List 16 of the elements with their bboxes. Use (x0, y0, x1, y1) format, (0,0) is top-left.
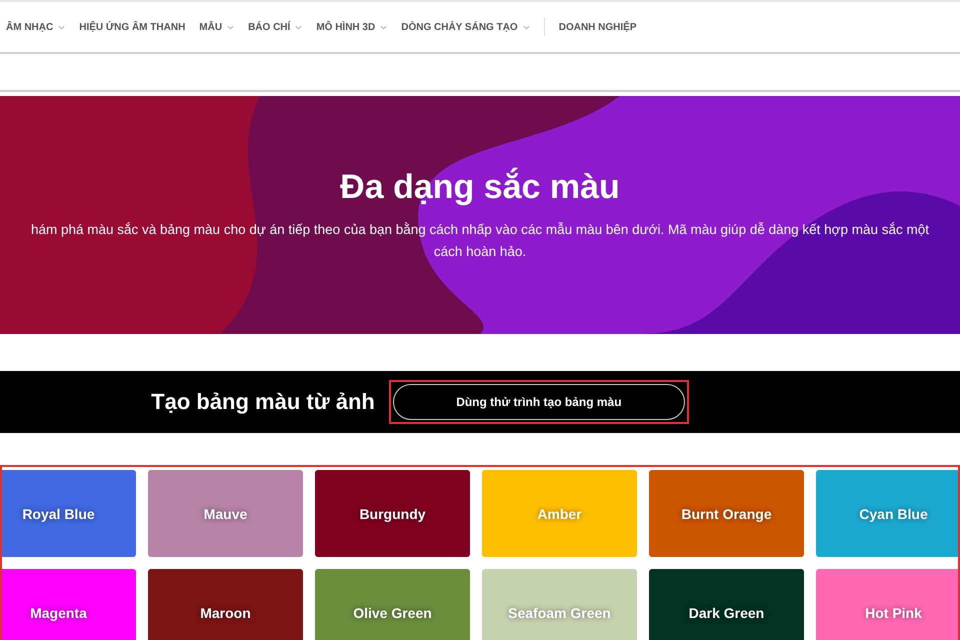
hero-description: hám phá màu sắc và bảng màu cho dự án tiếp theo của bạn bằng cách nhấp vào các mẫu màu bên dưới. Mã màu giúp dễ dàng kết hợp màu sắc một cách hoàn hảo. (30, 221, 930, 261)
banner-title: Tạo bảng màu từ ảnh (151, 389, 375, 415)
nav-link[interactable]: DÒNG CHẢY SÁNG TẠO (401, 22, 530, 32)
nav-link[interactable]: BÁO CHÍ (248, 22, 302, 32)
nav-link[interactable]: MẪU (199, 22, 234, 32)
color-swatch[interactable]: Burgundy (315, 470, 470, 557)
palette-generator-button[interactable]: Dùng thử trình tạo bảng màu (392, 384, 685, 420)
color-swatch[interactable]: Maroon (148, 569, 303, 640)
color-swatch[interactable]: Olive Green (315, 569, 470, 640)
color-swatch[interactable]: Royal Blue (2, 470, 136, 557)
nav-link[interactable]: HIỆU ỨNG ÂM THANH (79, 22, 186, 32)
nav-link[interactable]: DOANH NGHIỆP (558, 22, 637, 32)
nav-link[interactable]: ÂM NHẠC (6, 22, 66, 32)
nav-link[interactable]: MÔ HÌNH 3D (316, 22, 388, 32)
color-swatch[interactable]: Dark Green (649, 569, 804, 640)
color-swatch[interactable]: Burnt Orange (649, 470, 804, 557)
